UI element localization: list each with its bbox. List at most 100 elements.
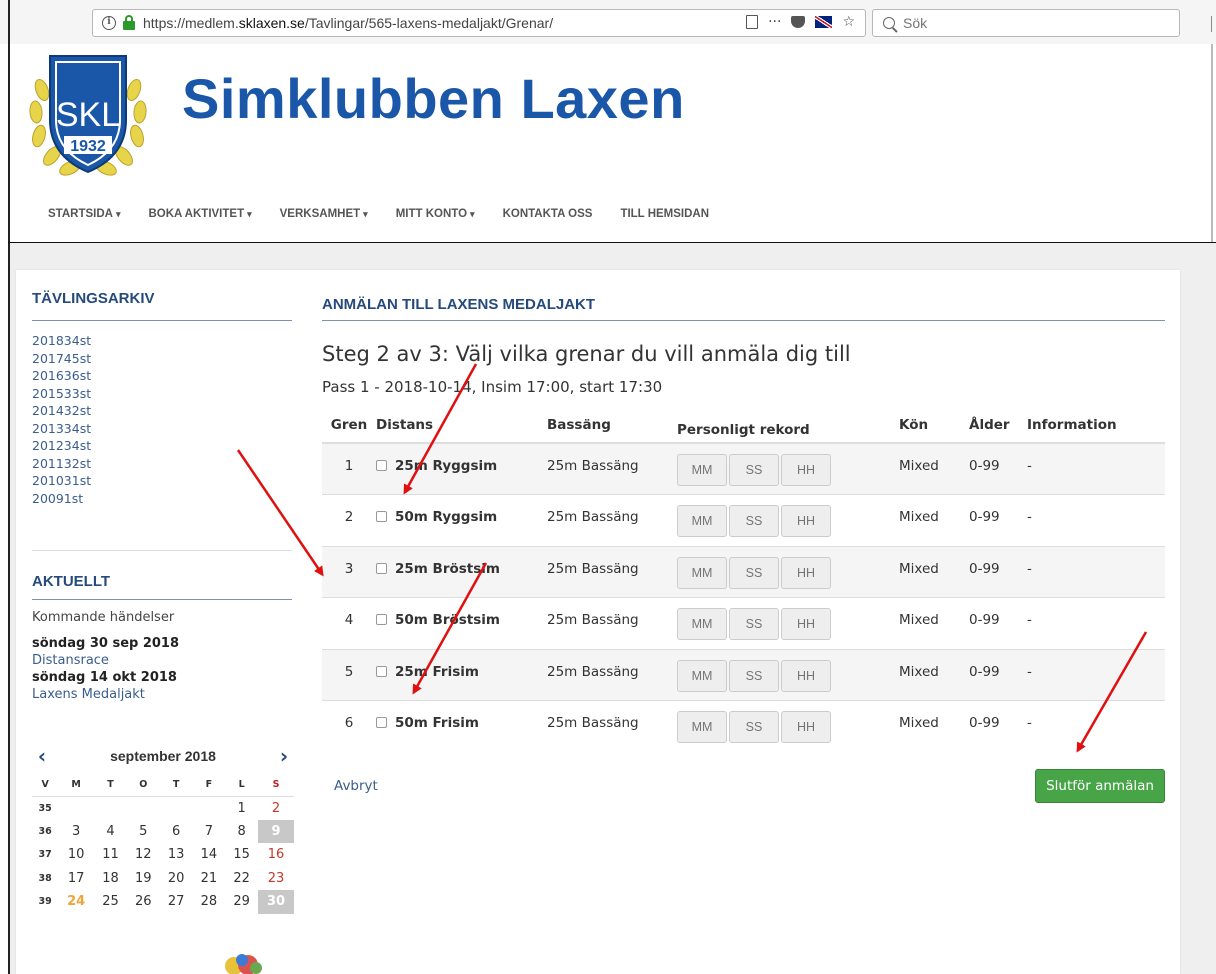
archive-link[interactable]: 201834st xyxy=(32,332,292,350)
archive-link[interactable]: 201334st xyxy=(32,420,292,438)
pocket-icon[interactable] xyxy=(791,16,806,28)
archive-link[interactable]: 201234st xyxy=(32,437,292,455)
event-link[interactable]: Distansrace xyxy=(32,652,292,669)
distans-label[interactable]: 25m Ryggsim xyxy=(395,458,497,474)
uk-flag-icon[interactable] xyxy=(815,16,833,28)
pr-seconds-input[interactable] xyxy=(729,608,779,640)
calendar-day[interactable]: 21 xyxy=(192,867,225,891)
calendar-day[interactable]: 26 xyxy=(127,890,160,914)
calendar-day[interactable]: 19 xyxy=(127,867,160,891)
pr-hundredths-input[interactable] xyxy=(781,505,831,537)
calendar-day[interactable]: 9 xyxy=(258,819,294,843)
calendar-day[interactable]: 24 xyxy=(58,890,94,914)
distans-label[interactable]: 50m Bröstsim xyxy=(395,612,500,628)
calendar-day[interactable]: 25 xyxy=(94,890,127,914)
browser-search-box[interactable] xyxy=(872,9,1180,37)
distans-label[interactable]: 50m Frisim xyxy=(395,715,479,731)
calendar-day[interactable]: 14 xyxy=(192,843,225,867)
pr-seconds-input[interactable] xyxy=(729,454,779,486)
pr-hundredths-input[interactable] xyxy=(781,608,831,640)
archive-link[interactable]: 201533st xyxy=(32,385,292,403)
pr-minutes-input[interactable] xyxy=(677,608,727,640)
calendar-day[interactable]: 13 xyxy=(160,843,193,867)
calendar-day[interactable]: 22 xyxy=(225,867,258,891)
info-icon[interactable]: i xyxy=(102,16,116,30)
calendar-day[interactable]: 12 xyxy=(127,843,160,867)
page-actions-icon[interactable]: ··· xyxy=(768,14,781,30)
pr-minutes-input[interactable] xyxy=(677,711,727,743)
chevron-right-icon[interactable]: › xyxy=(274,744,294,768)
calendar-day[interactable]: 4 xyxy=(94,820,127,844)
nav-boka-aktivitet[interactable]: BOKA AKTIVITET ▾ xyxy=(148,208,251,220)
calendar-day[interactable]: 10 xyxy=(58,843,94,867)
pr-minutes-input[interactable] xyxy=(677,556,727,589)
reader-view-icon[interactable] xyxy=(746,15,759,29)
distans-label[interactable]: 25m Bröstsim xyxy=(395,561,500,577)
calendar-day[interactable]: 3 xyxy=(58,820,94,844)
calendar-day[interactable]: 23 xyxy=(258,867,294,891)
event-link[interactable]: Laxens Medaljakt xyxy=(32,686,292,703)
pass-info: Pass 1 - 2018-10-14, Insim 17:00, start … xyxy=(322,378,663,396)
chevron-left-icon[interactable]: ‹ xyxy=(32,744,52,768)
bassang-cell: 25m Bassäng xyxy=(547,545,677,598)
pr-minutes-input[interactable] xyxy=(677,659,727,692)
pr-seconds-input[interactable] xyxy=(729,711,779,743)
submit-registration-button[interactable]: Slutför anmälan xyxy=(1035,769,1165,803)
event-checkbox[interactable] xyxy=(376,562,387,574)
nav-verksamhet[interactable]: VERKSAMHET ▾ xyxy=(280,208,368,220)
archive-link[interactable]: 201031st xyxy=(32,472,292,490)
club-logo[interactable]: SKL 1932 xyxy=(28,50,148,180)
calendar-day[interactable]: 18 xyxy=(94,867,127,891)
lock-icon[interactable] xyxy=(122,15,136,31)
calendar-day[interactable]: 28 xyxy=(192,890,225,914)
calendar-day[interactable]: 8 xyxy=(225,820,258,844)
archive-link[interactable]: 201132st xyxy=(32,455,292,473)
pr-hundredths-input[interactable] xyxy=(781,556,831,589)
cancel-link[interactable]: Avbryt xyxy=(334,778,378,794)
pr-seconds-input[interactable] xyxy=(729,659,779,692)
archive-link[interactable]: 201432st xyxy=(32,402,292,420)
calendar-day[interactable]: 2 xyxy=(258,796,294,820)
distans-label[interactable]: 50m Ryggsim xyxy=(395,509,497,525)
calendar-day[interactable]: 6 xyxy=(160,820,193,844)
url-text[interactable]: https://medlem.sklaxen.se/Tavlingar/565-… xyxy=(143,15,553,31)
nav-till-hemsidan[interactable]: TILL HEMSIDAN xyxy=(620,208,709,220)
pr-hundredths-input[interactable] xyxy=(781,711,831,743)
calendar-day[interactable]: 15 xyxy=(225,843,258,867)
url-bar[interactable]: i https://medlem.sklaxen.se/Tavlingar/56… xyxy=(92,9,866,37)
calendar-day[interactable]: 5 xyxy=(127,820,160,844)
calendar-day[interactable]: 20 xyxy=(160,867,193,891)
pr-hundredths-input[interactable] xyxy=(781,659,831,692)
nav-kontakta-oss[interactable]: KONTAKTA OSS xyxy=(503,208,593,220)
event-checkbox[interactable] xyxy=(376,717,387,728)
event-checkbox[interactable] xyxy=(376,614,387,625)
search-input[interactable] xyxy=(903,15,1153,31)
calendar-day[interactable]: 27 xyxy=(160,890,193,914)
calendar-day[interactable]: 7 xyxy=(192,820,225,844)
column-header-bassang: Bassäng xyxy=(547,408,677,444)
event-checkbox[interactable] xyxy=(376,665,387,677)
nav-startsida[interactable]: STARTSIDA ▾ xyxy=(48,208,120,220)
archive-link[interactable]: 201636st xyxy=(32,367,292,385)
pr-seconds-input[interactable] xyxy=(729,505,779,537)
bookmark-star-icon[interactable]: ☆ xyxy=(842,14,855,30)
calendar-day[interactable]: 11 xyxy=(94,843,127,867)
nav-mitt-konto[interactable]: MITT KONTO ▾ xyxy=(396,208,475,220)
pr-minutes-input[interactable] xyxy=(677,454,727,486)
pr-hundredths-input[interactable] xyxy=(781,454,831,486)
archive-link[interactable]: 20091st xyxy=(32,490,292,508)
calendar-day[interactable]: 29 xyxy=(225,890,258,914)
event-checkbox[interactable] xyxy=(376,460,387,471)
calendar-day[interactable]: 30 xyxy=(258,890,294,914)
archive-link[interactable]: 201745st xyxy=(32,350,292,368)
calendar-day[interactable]: 16 xyxy=(258,843,294,867)
distans-cell: 50m Bröstsim xyxy=(376,597,547,649)
calendar-day[interactable]: 17 xyxy=(58,867,94,891)
pr-seconds-input[interactable] xyxy=(729,556,779,589)
calendar-day[interactable]: 1 xyxy=(225,796,258,820)
site-title[interactable]: Simklubben Laxen xyxy=(182,66,685,131)
event-checkbox[interactable] xyxy=(376,511,387,522)
pr-minutes-input[interactable] xyxy=(677,505,727,537)
distans-label[interactable]: 25m Frisim xyxy=(395,664,479,680)
personal-record-cell xyxy=(677,494,899,546)
